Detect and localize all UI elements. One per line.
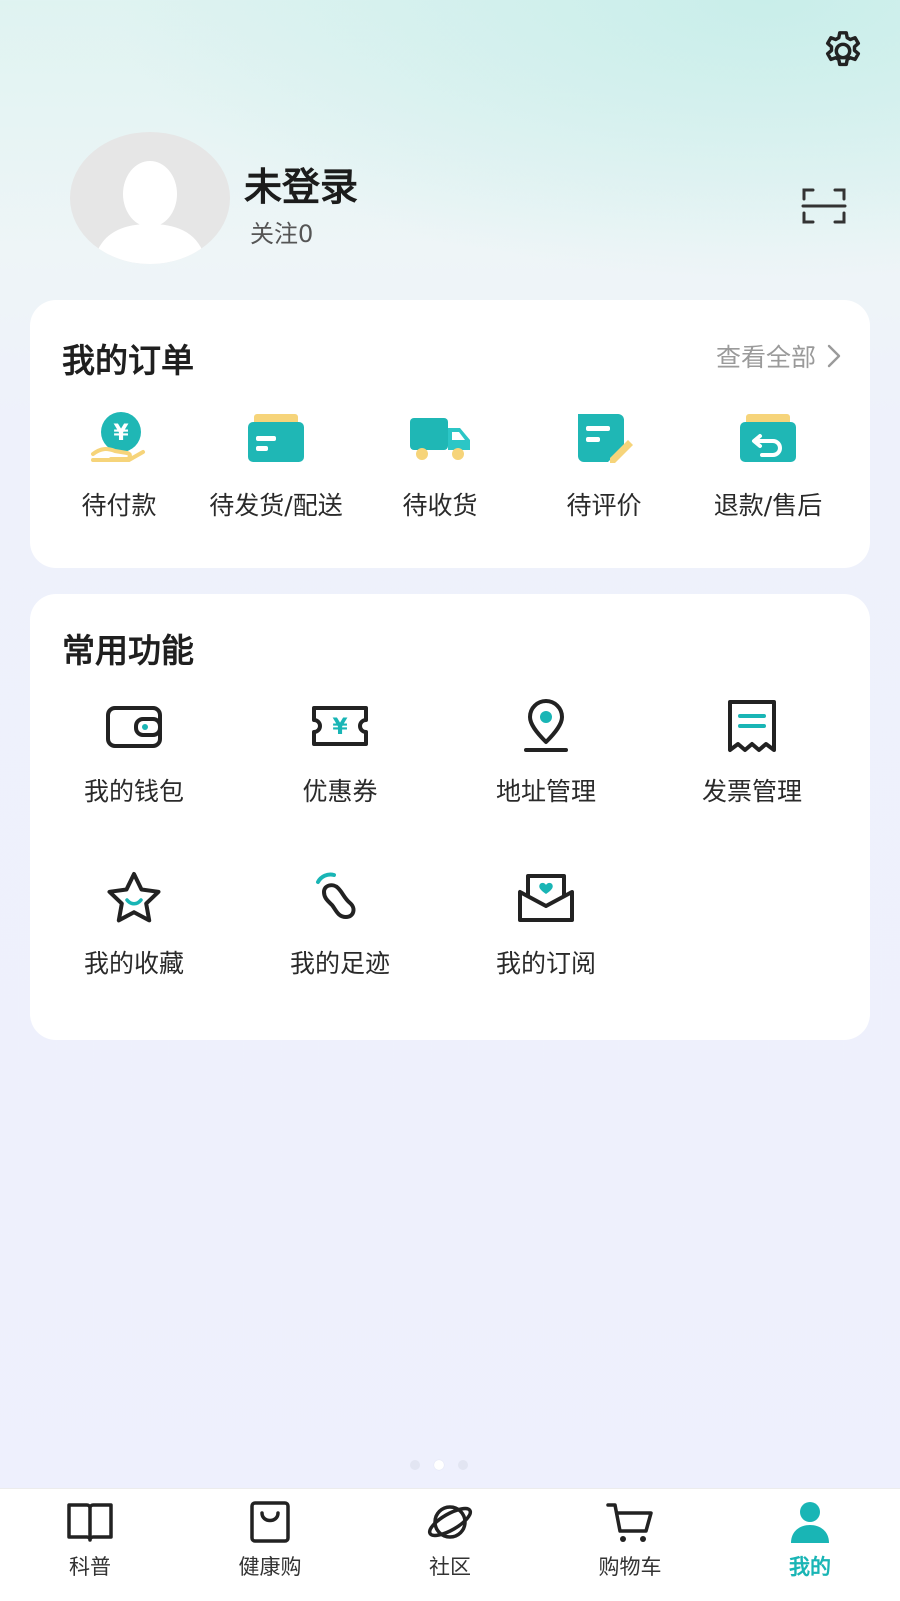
function-wallet[interactable]: 我的钱包: [54, 698, 214, 808]
order-label: 待评价: [566, 491, 642, 520]
svg-text:¥: ¥: [113, 421, 129, 446]
tab-label: 科普: [69, 1555, 111, 1579]
functions-title: 常用功能: [62, 631, 194, 670]
order-pending-shipment[interactable]: 待发货/配送: [191, 410, 361, 522]
footprint-icon: [316, 872, 356, 919]
svg-text:¥: ¥: [332, 715, 348, 740]
location-pin-icon: [524, 699, 568, 752]
common-functions-card: 常用功能 我的钱包 ¥ 优惠券 地址管理 发票管理 我的收藏 我的足迹 我的订阅: [30, 594, 870, 1040]
invoice-icon: [728, 700, 776, 752]
function-footprints[interactable]: 我的足迹: [260, 870, 420, 980]
order-pending-review[interactable]: 待评价: [519, 410, 689, 522]
function-label: 我的钱包: [83, 777, 184, 806]
yuan-hand-icon: ¥: [91, 412, 145, 462]
mail-heart-icon: [518, 874, 574, 922]
username[interactable]: 未登录: [244, 156, 358, 211]
book-icon: [67, 1503, 113, 1542]
star-icon: [107, 872, 161, 923]
box-icon: [248, 414, 304, 462]
function-address[interactable]: 地址管理: [466, 698, 626, 808]
function-label: 发票管理: [701, 777, 802, 806]
follow-count[interactable]: 关注0: [250, 214, 313, 249]
tab-health-shop[interactable]: 健康购: [210, 1499, 330, 1581]
wallet-icon: [106, 706, 162, 748]
order-label: 退款/售后: [713, 491, 823, 520]
scan-icon[interactable]: [800, 185, 848, 227]
order-label: 待发货/配送: [209, 491, 343, 520]
tab-label: 购物车: [598, 1555, 662, 1579]
tab-cart[interactable]: 购物车: [570, 1499, 690, 1581]
order-pending-payment[interactable]: ¥ 待付款: [34, 410, 204, 522]
chevron-right-icon: [827, 344, 841, 368]
tab-label: 社区: [429, 1555, 471, 1579]
function-label: 优惠券: [302, 777, 378, 806]
review-pen-icon: [578, 414, 633, 463]
view-all-orders-link[interactable]: 查看全部: [716, 338, 842, 374]
order-label: 待付款: [81, 491, 157, 520]
function-label: 我的足迹: [289, 949, 390, 978]
page-dot: [458, 1460, 468, 1470]
page-indicator: [410, 1460, 468, 1470]
page-dot: [410, 1460, 420, 1470]
orders-card: 我的订单 查看全部 ¥ 待付款 待发货/配送 待收货 待评价 退款/售后: [30, 300, 870, 568]
order-pending-receipt[interactable]: 待收货: [355, 410, 525, 522]
order-refund-after-sales[interactable]: 退款/售后: [683, 410, 853, 522]
function-favorites[interactable]: 我的收藏: [54, 870, 214, 980]
function-invoice[interactable]: 发票管理: [672, 698, 832, 808]
avatar[interactable]: [70, 132, 230, 264]
tab-science[interactable]: 科普: [30, 1499, 150, 1581]
shopping-bag-icon: [250, 1501, 290, 1543]
page-dot-active: [434, 1460, 444, 1470]
function-label: 地址管理: [495, 777, 596, 806]
default-avatar-icon: [93, 161, 207, 264]
cart-icon: [606, 1503, 653, 1542]
person-icon: [791, 1502, 829, 1543]
bottom-tab-bar: 科普 健康购 社区 购物车 我的: [0, 1488, 900, 1601]
orders-title: 我的订单: [62, 341, 194, 380]
coupon-icon: ¥: [312, 706, 368, 746]
tab-mine[interactable]: 我的: [750, 1499, 870, 1581]
return-box-icon: [740, 414, 796, 462]
truck-icon: [410, 418, 470, 460]
view-all-label: 查看全部: [715, 343, 816, 372]
tab-community[interactable]: 社区: [390, 1499, 510, 1581]
tab-label: 健康购: [238, 1555, 302, 1579]
settings-gear-icon[interactable]: [820, 28, 866, 74]
function-label: 我的订阅: [495, 949, 596, 978]
planet-icon: [427, 1505, 473, 1539]
function-coupon[interactable]: ¥ 优惠券: [260, 698, 420, 808]
function-label: 我的收藏: [83, 949, 184, 978]
tab-label: 我的: [789, 1555, 831, 1579]
order-label: 待收货: [402, 491, 478, 520]
function-subscriptions[interactable]: 我的订阅: [466, 870, 626, 980]
